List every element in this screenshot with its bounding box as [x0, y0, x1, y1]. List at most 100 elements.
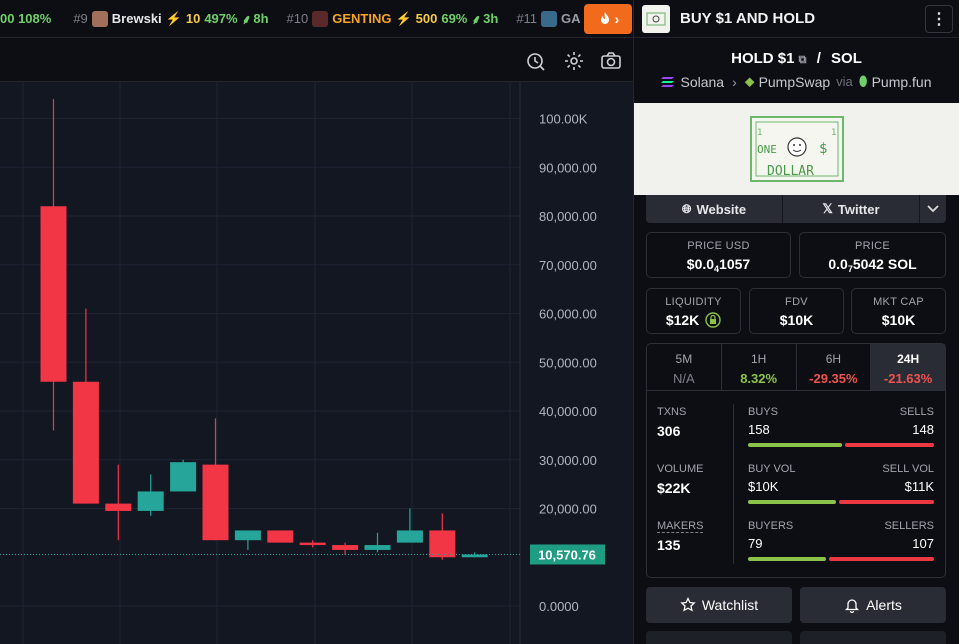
price-sol-box: PRICE 0.075042 SOL: [799, 232, 946, 278]
candle-body[interactable]: [364, 545, 391, 550]
ticker-item[interactable]: #9 Brewski ⚡ 10 497% ⸙ 8h: [73, 10, 269, 28]
buys-sells-bar: [748, 443, 934, 447]
price-usd-value: $0.041057: [686, 256, 751, 274]
star-icon: [680, 597, 696, 612]
website-label: Website: [696, 201, 747, 217]
twitter-label: Twitter: [837, 201, 880, 217]
chain-link[interactable]: Solana: [680, 74, 724, 90]
ticker-item[interactable]: 00 108%: [0, 11, 55, 26]
price-axis-label: 90,000.00: [539, 160, 597, 175]
market-cap-value: $10K: [881, 312, 916, 328]
candle-body[interactable]: [332, 545, 359, 550]
price-axis-label: 30,000.00: [539, 453, 597, 468]
tab-1h[interactable]: 1H 8.32%: [722, 344, 797, 390]
price-axis-label: 70,000.00: [539, 258, 597, 273]
buy-tab[interactable]: [646, 631, 792, 644]
buys-sells-stat: BUYS SELLS 158 148: [748, 406, 934, 447]
ticker-boost: 500: [415, 11, 438, 26]
via-label: via: [836, 74, 853, 89]
sprout-icon: ⸙: [471, 11, 482, 27]
price-axis-label: 80,000.00: [539, 209, 597, 224]
alerts-label: Alerts: [866, 597, 902, 613]
launchpad-link[interactable]: Pump.fun: [872, 74, 932, 90]
pair-separator: /: [816, 50, 821, 67]
pill-icon: ⬮: [858, 73, 868, 89]
candle-body[interactable]: [299, 542, 326, 546]
price-axis-label: 100.00K: [539, 112, 588, 127]
sprout-icon: ⸙: [241, 11, 252, 27]
price-chart[interactable]: 100.00K 90,000.00 80,000.00 70,000.00 60,000…: [0, 82, 633, 644]
liquidity-value: $12K: [647, 312, 740, 328]
watchlist-button[interactable]: Watchlist: [646, 587, 792, 623]
pumpswap-icon: ⬥: [744, 73, 755, 89]
market-cap-box: MKT CAP $10K: [851, 288, 946, 334]
solana-icon: [661, 76, 675, 87]
more-options-button[interactable]: ⋮: [925, 5, 953, 33]
pair-base: HOLD $1: [731, 50, 795, 67]
links-dropdown-button[interactable]: [920, 195, 946, 223]
chevron-down-icon: [927, 205, 939, 213]
timer-search-icon[interactable]: [525, 50, 547, 72]
candlestick-chart[interactable]: 100.00K 90,000.00 80,000.00 70,000.00 60,000…: [0, 82, 633, 644]
ticker-item[interactable]: #11 GA: [516, 10, 584, 27]
fdv-label: FDV: [785, 296, 808, 308]
tab-24h[interactable]: 24H -21.63%: [871, 344, 945, 390]
dollar-bill-image: 1 1 ONE $ DOLLAR: [750, 116, 844, 182]
candle-body[interactable]: [170, 462, 197, 492]
candle-body[interactable]: [234, 530, 261, 541]
candle-body[interactable]: [202, 464, 229, 541]
candle-body[interactable]: [40, 206, 67, 382]
ticker-age: 8h: [253, 11, 269, 26]
breadcrumb: Solana › ⬥ PumpSwap via ⬮ Pump.fun: [634, 73, 959, 90]
dex-link[interactable]: PumpSwap: [759, 74, 831, 90]
token-banner: 1 1 ONE $ DOLLAR: [634, 103, 959, 195]
globe-icon: 🌐︎: [681, 201, 692, 216]
twitter-button[interactable]: 𝕏 Twitter: [783, 195, 920, 223]
pair-quote: SOL: [831, 50, 862, 67]
ticker-boost: 10: [185, 11, 201, 26]
social-links: 🌐︎ Website 𝕏 Twitter: [646, 195, 946, 223]
ticker-change: 00 108%: [0, 11, 52, 26]
copy-icon[interactable]: ⧉: [799, 54, 807, 66]
bell-icon: [845, 599, 860, 613]
price-sol-value: 0.075042 SOL: [828, 256, 917, 274]
trending-button[interactable]: ›: [584, 4, 632, 34]
candle-body[interactable]: [396, 530, 423, 543]
svg-text:1: 1: [757, 128, 762, 138]
price-axis-label: 40,000.00: [539, 404, 597, 419]
ticker-rank: #11: [516, 11, 538, 26]
ticker-name: GA: [561, 11, 581, 26]
boost-icon: ⚡: [395, 10, 412, 26]
current-price-label: 10,570.76: [538, 547, 596, 562]
price-axis-label: 20,000.00: [539, 502, 597, 517]
liquidity-label: LIQUIDITY: [665, 296, 722, 308]
token-avatar: [541, 10, 558, 27]
price-axis-label: 60,000.00: [539, 307, 597, 322]
candle-body[interactable]: [105, 503, 132, 511]
ticker-item[interactable]: #10 GENTING ⚡ 500 69% ⸙ 3h: [287, 10, 498, 28]
timeframe-tabs: 5M N/A 1H 8.32% 6H -29.35% 24H -21.63%: [646, 343, 946, 391]
token-panel: BUY $1 AND HOLD ⋮ HOLD $1 ⧉ / SOL Solana…: [633, 0, 959, 644]
trending-ticker: 00 108% #9 Brewski ⚡ 10 497% ⸙ 8h #10 GE…: [0, 0, 633, 38]
chevron-right-icon: ›: [614, 11, 620, 27]
candle-body[interactable]: [72, 381, 99, 504]
sell-tab[interactable]: [800, 631, 946, 644]
volume-stat: VOLUME $22K: [657, 463, 704, 496]
candle-body[interactable]: [137, 491, 164, 511]
ticker-name: Brewski: [111, 11, 162, 26]
tab-5m[interactable]: 5M N/A: [647, 344, 722, 390]
alerts-button[interactable]: Alerts: [800, 587, 946, 623]
panel-header: BUY $1 AND HOLD ⋮: [634, 0, 959, 38]
candle-body[interactable]: [267, 530, 294, 543]
ticker-change: 497%: [204, 11, 238, 26]
chevron-right-icon: ›: [732, 73, 737, 90]
buyers-sellers-stat: BUYERS SELLERS 79 107: [748, 520, 934, 561]
svg-text:1: 1: [831, 128, 836, 138]
camera-icon[interactable]: [600, 50, 622, 72]
gear-icon[interactable]: [563, 50, 585, 72]
tab-6h[interactable]: 6H -29.35%: [797, 344, 872, 390]
website-button[interactable]: 🌐︎ Website: [646, 195, 783, 223]
candle-body[interactable]: [429, 530, 456, 558]
svg-text:DOLLAR: DOLLAR: [767, 164, 814, 179]
trade-stats: TXNS 306 VOLUME $22K MAKERS 135 BUYS SELLS 1…: [646, 390, 946, 578]
